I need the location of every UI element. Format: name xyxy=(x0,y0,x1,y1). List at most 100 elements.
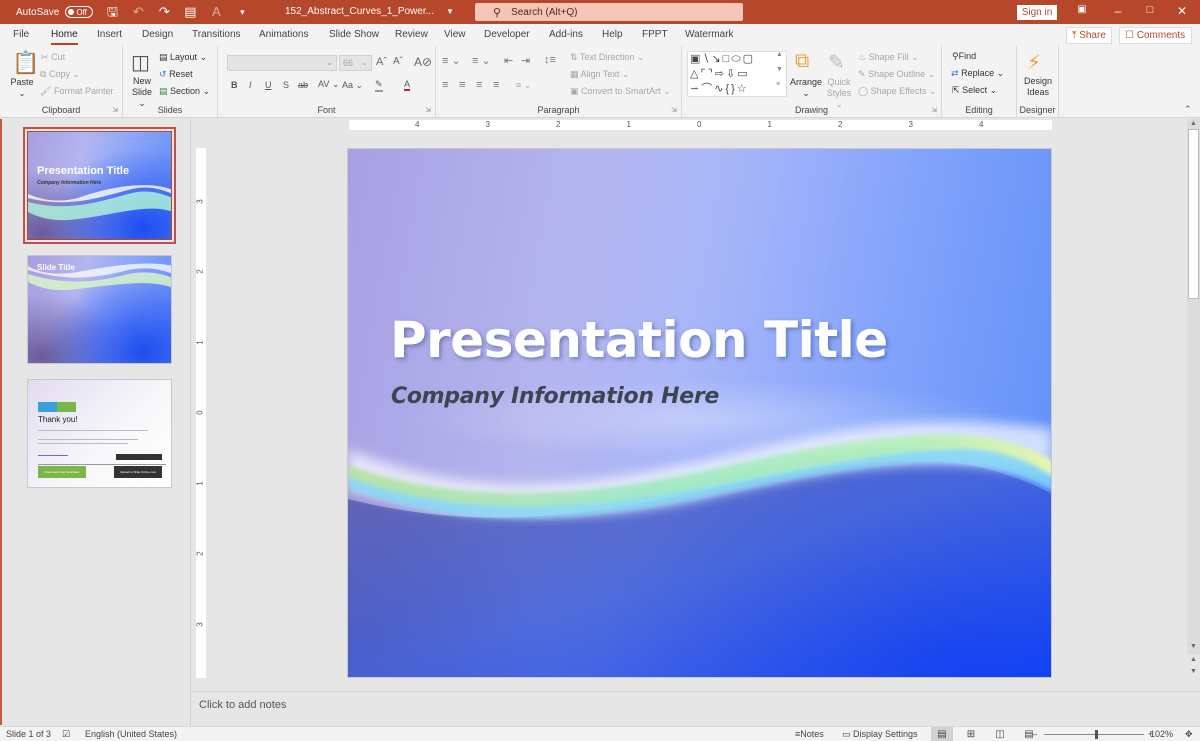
font-color-icon[interactable]: A xyxy=(404,79,411,91)
bullets-icon[interactable]: ≡ ⌄ xyxy=(442,54,461,67)
reset-button[interactable]: ↺ Reset xyxy=(159,69,193,80)
find-button[interactable]: ⚲Find xyxy=(952,51,976,62)
shape-effects-button[interactable]: ◯ Shape Effects ⌄ xyxy=(858,86,937,97)
shape-outline-button[interactable]: ✎ Shape Outline ⌄ xyxy=(858,69,935,80)
arrange-icon[interactable]: ⧉ xyxy=(795,50,809,73)
clipboard-launcher-icon[interactable]: ⇲ xyxy=(112,106,118,114)
arrange-button[interactable]: Arrange ⌄ xyxy=(788,77,824,99)
sign-in-button[interactable]: Sign in xyxy=(1017,5,1057,20)
tab-developer[interactable]: Developer xyxy=(484,29,530,40)
accessibility-icon[interactable]: ☑ xyxy=(62,729,70,740)
line-spacing-icon[interactable]: ↕≡ xyxy=(544,54,556,66)
save-icon[interactable]: 🖫 xyxy=(105,5,119,19)
new-slide-icon[interactable]: ◫ xyxy=(131,50,150,75)
tab-animations[interactable]: Animations xyxy=(259,29,308,40)
notes-pane[interactable]: Click to add notes xyxy=(192,691,1200,726)
bold-icon[interactable]: B xyxy=(231,80,238,90)
tab-insert[interactable]: Insert xyxy=(97,29,122,40)
share-button[interactable]: ⤒ Share xyxy=(1066,27,1112,44)
tab-watermark[interactable]: Watermark xyxy=(685,29,734,40)
character-spacing-icon[interactable]: AV ⌄ xyxy=(318,79,339,90)
collapse-ribbon-icon[interactable]: ⌃ xyxy=(1184,104,1192,115)
copy-button[interactable]: ⧉ Copy ⌄ xyxy=(40,69,80,80)
notes-placeholder[interactable]: Click to add notes xyxy=(199,699,286,711)
align-center-icon[interactable]: ≡ xyxy=(459,79,465,91)
design-ideas-icon[interactable]: ⚡ xyxy=(1027,50,1041,75)
search-input[interactable]: ⚲ Search (Alt+Q) xyxy=(475,3,743,21)
tab-add-ins[interactable]: Add-ins xyxy=(549,29,583,40)
comments-button[interactable]: ☐ Comments xyxy=(1119,27,1192,44)
present-icon[interactable]: ▤ xyxy=(183,5,197,19)
font-name-select[interactable]: ⌄ xyxy=(227,55,337,71)
display-settings-button[interactable]: ▭ Display Settings xyxy=(842,729,918,740)
minimize-icon[interactable]: – xyxy=(1108,4,1128,18)
font-size-select[interactable]: 66 ⌄ xyxy=(339,55,372,71)
tab-view[interactable]: View xyxy=(444,29,466,40)
close-icon[interactable]: ✕ xyxy=(1172,4,1192,18)
decrease-font-icon[interactable]: Aˇ xyxy=(393,56,403,67)
tab-review[interactable]: Review xyxy=(395,29,428,40)
select-button[interactable]: ⇱ Select ⌄ xyxy=(952,85,997,96)
columns-icon[interactable]: ≡ ⌄ xyxy=(516,80,531,91)
format-painter-button[interactable]: 🖌 Format Painter xyxy=(40,86,113,97)
tab-slide-show[interactable]: Slide Show xyxy=(329,29,379,40)
italic-icon[interactable]: I xyxy=(249,80,252,90)
clear-formatting-icon[interactable]: A⊘ xyxy=(414,55,432,69)
quick-styles-icon[interactable]: ✎ xyxy=(828,50,845,75)
gallery-scroll-down-icon[interactable]: ▼ xyxy=(776,66,783,73)
align-left-icon[interactable]: ≡ xyxy=(442,79,448,91)
zoom-out-button[interactable]: – xyxy=(1032,729,1037,739)
language-indicator[interactable]: English (United States) xyxy=(85,729,177,739)
maximize-icon[interactable]: □ xyxy=(1140,4,1160,16)
scrollbar-thumb[interactable] xyxy=(1188,129,1199,299)
increase-font-icon[interactable]: Aˆ xyxy=(376,56,387,68)
vertical-scrollbar[interactable] xyxy=(1187,119,1200,654)
slide-canvas[interactable]: Presentation Title Company Information H… xyxy=(347,148,1052,678)
shape-fill-button[interactable]: ♨ Shape Fill ⌄ xyxy=(858,52,919,63)
customize-qat-icon[interactable]: ▾ xyxy=(235,5,249,19)
convert-smartart-button[interactable]: ▣ Convert to SmartArt ⌄ xyxy=(570,86,671,97)
gallery-more-icon[interactable]: ≡ xyxy=(776,81,780,88)
paste-dropdown-icon[interactable]: ⌄ xyxy=(8,88,36,99)
ribbon-display-options-icon[interactable]: ▣ xyxy=(1072,4,1092,15)
shapes-gallery[interactable]: ▣∖↘□⬭▢ △⌜⌝⇨⇩▭ ∽⌒∿{}☆ xyxy=(687,51,787,97)
previous-slide-icon[interactable]: ▲ xyxy=(1188,656,1199,663)
drawing-launcher-icon[interactable]: ⇲ xyxy=(931,106,937,114)
slide-thumbnail-3[interactable]: Thank you! Download Free Templates Uploa… xyxy=(27,379,172,488)
tab-home[interactable]: Home xyxy=(51,29,78,45)
decrease-indent-icon[interactable]: ⇤ xyxy=(504,54,513,67)
scroll-up-icon[interactable]: ▲ xyxy=(1188,120,1199,127)
tab-help[interactable]: Help xyxy=(602,29,623,40)
font-launcher-icon[interactable]: ⇲ xyxy=(425,106,431,114)
slide-thumbnail-2[interactable]: Slide Title xyxy=(27,255,172,364)
increase-indent-icon[interactable]: ⇥ xyxy=(521,54,530,67)
replace-button[interactable]: ⇄ Replace ⌄ xyxy=(951,68,1004,79)
undo-icon[interactable]: ↶ xyxy=(131,5,145,19)
layout-button[interactable]: ▤ Layout ⌄ xyxy=(159,52,207,63)
paragraph-launcher-icon[interactable]: ⇲ xyxy=(671,106,677,114)
scroll-down-icon[interactable]: ▼ xyxy=(1188,643,1199,650)
paste-icon[interactable]: 📋 xyxy=(12,50,39,76)
tab-fppt[interactable]: FPPT xyxy=(642,29,668,40)
slide-sorter-view-button[interactable]: ⊞ xyxy=(960,727,982,741)
justify-icon[interactable]: ≡ xyxy=(493,79,499,91)
strikethrough-icon[interactable]: ab xyxy=(298,80,308,90)
slide-thumbnail-1[interactable]: Presentation Title Company Information H… xyxy=(23,127,176,244)
reading-view-button[interactable]: ◫ xyxy=(989,727,1011,741)
next-slide-icon[interactable]: ▼ xyxy=(1188,668,1199,675)
document-title[interactable]: 152_Abstract_Curves_1_Power... ▼ xyxy=(285,6,454,17)
tab-transitions[interactable]: Transitions xyxy=(192,29,241,40)
zoom-slider-thumb[interactable] xyxy=(1095,730,1098,739)
cut-button[interactable]: ✂ Cut xyxy=(41,52,65,63)
fit-to-window-icon[interactable]: ✥ xyxy=(1185,729,1193,740)
notes-toggle-button[interactable]: ≡Notes xyxy=(795,729,824,739)
font-color-icon[interactable]: A xyxy=(209,5,223,19)
numbering-icon[interactable]: ≡ ⌄ xyxy=(472,54,491,67)
tab-design[interactable]: Design xyxy=(142,29,173,40)
slide-subtitle[interactable]: Company Information Here xyxy=(391,384,719,409)
gallery-scroll-up-icon[interactable]: ▲ xyxy=(776,51,783,58)
align-text-button[interactable]: ▦ Align Text ⌄ xyxy=(570,69,629,80)
text-direction-button[interactable]: ⇅ Text Direction ⌄ xyxy=(570,52,644,63)
section-button[interactable]: ▤ Section ⌄ xyxy=(159,86,210,97)
text-shadow-icon[interactable]: S xyxy=(283,80,289,90)
